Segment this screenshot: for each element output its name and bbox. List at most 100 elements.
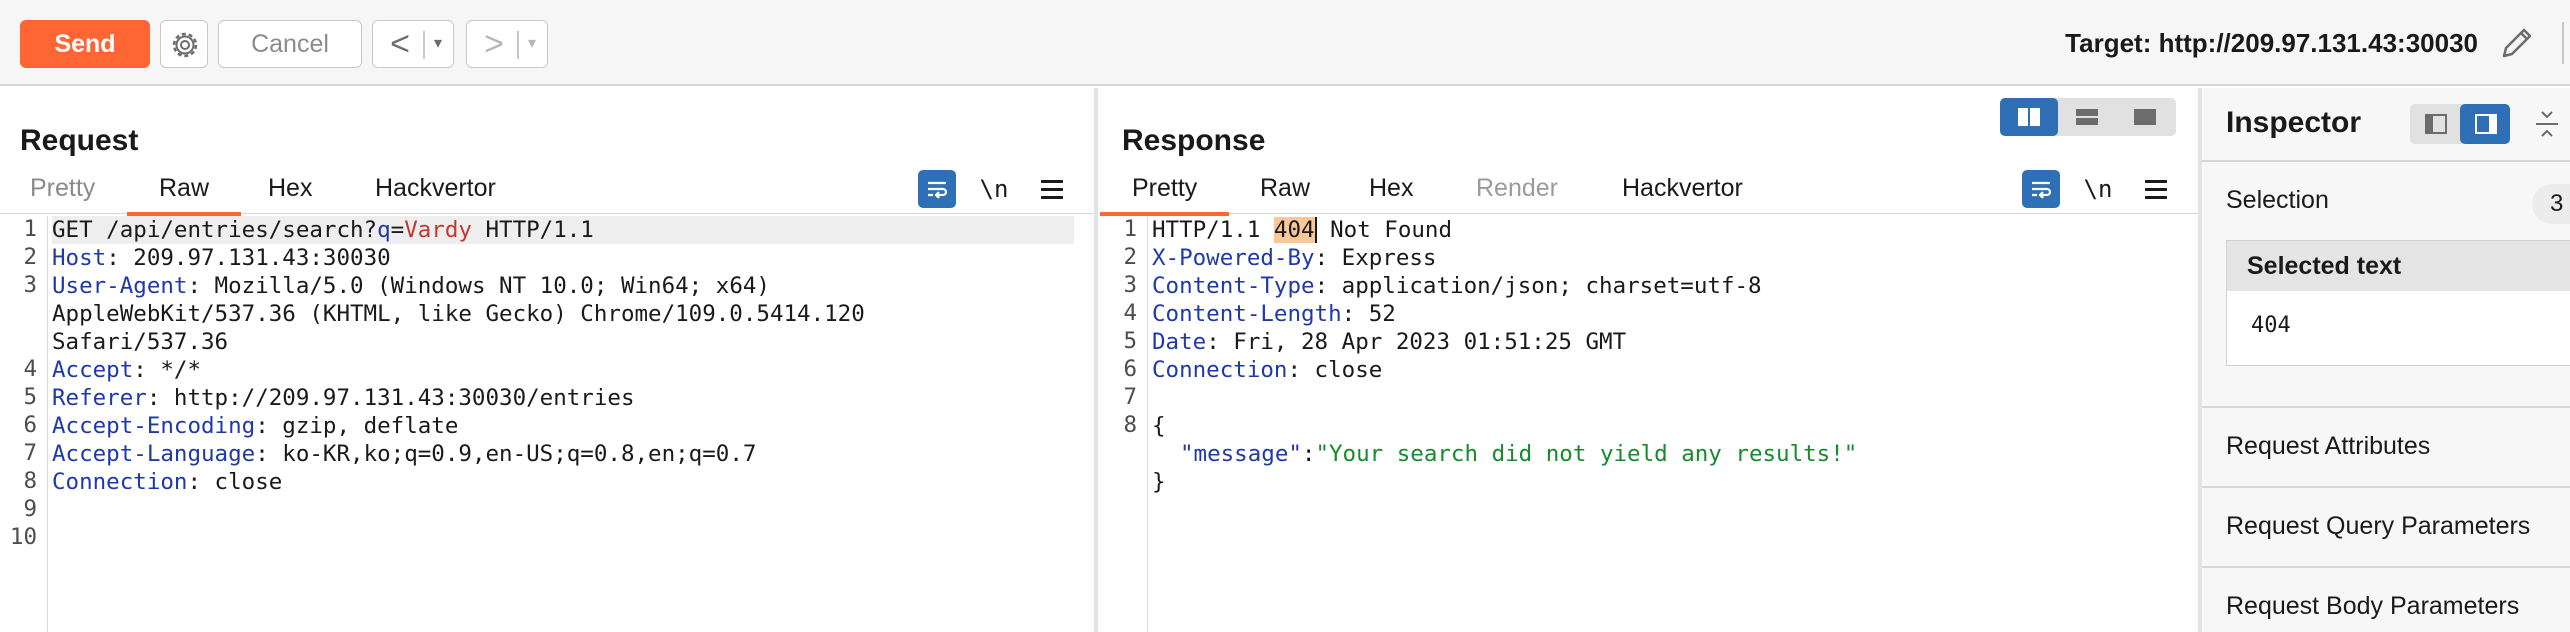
divider xyxy=(2202,406,2570,408)
section-request-attributes[interactable]: Request Attributes xyxy=(2226,432,2430,461)
back-history-dropdown-icon[interactable]: ▾ xyxy=(427,29,449,59)
selection-count-badge: 3 xyxy=(2532,184,2570,224)
panel-splitter[interactable] xyxy=(1094,88,1098,632)
response-menu-icon[interactable] xyxy=(2137,170,2175,208)
forward-arrow-icon[interactable]: > xyxy=(475,27,513,61)
request-tab-raw[interactable]: Raw xyxy=(126,174,242,216)
request-show-newlines-button[interactable]: \n xyxy=(975,170,1013,208)
response-title: Response xyxy=(1122,124,1266,157)
selected-text-value[interactable]: 404 xyxy=(2251,313,2291,338)
layout-toggle xyxy=(2000,98,2176,136)
collapse-all-icon[interactable] xyxy=(2532,106,2562,142)
line-number: 8 xyxy=(23,468,37,494)
header-host: Host: 209.97.131.43:30030 xyxy=(52,245,391,271)
request-tab-hackvertor[interactable]: Hackvertor xyxy=(375,174,496,214)
inspector-layout-toggle xyxy=(2410,104,2510,144)
request-title: Request xyxy=(20,124,139,157)
request-wrap-lines-button[interactable] xyxy=(918,170,956,208)
request-line-gutter: 1 2 3 4 5 6 7 8 9 10 xyxy=(0,216,48,632)
line-number: 4 xyxy=(1123,300,1137,326)
response-tab-hex[interactable]: Hex xyxy=(1369,174,1413,214)
line-number: 2 xyxy=(1123,244,1137,270)
inspector-layout-left-button[interactable] xyxy=(2410,104,2460,144)
json-message-line: "message":"Your search did not yield any… xyxy=(1180,441,1858,467)
line-number: 5 xyxy=(1123,328,1137,354)
line-number: 2 xyxy=(23,244,37,270)
layout-stacked-button[interactable] xyxy=(2058,98,2116,136)
header-accept: Accept: */* xyxy=(52,357,202,383)
back-arrow-icon[interactable]: < xyxy=(381,27,419,61)
selected-status-code[interactable]: 404 xyxy=(1273,217,1315,243)
line-number: 10 xyxy=(9,524,37,550)
divider xyxy=(517,31,519,59)
inspector-title: Inspector xyxy=(2226,106,2362,139)
top-toolbar: Send Cancel < ▾ > ▾ Target: http://209.9… xyxy=(0,0,2570,86)
line-number: 6 xyxy=(1123,356,1137,382)
response-line-gutter: 1 2 3 4 5 6 7 8 xyxy=(1100,216,1148,632)
header-date: Date: Fri, 28 Apr 2023 01:51:25 GMT xyxy=(1152,329,1627,355)
target-label: Target: http://209.97.131.43:30030 xyxy=(2065,28,2478,58)
response-show-newlines-button[interactable]: \n xyxy=(2079,170,2117,208)
line-number: 1 xyxy=(23,216,37,242)
header-accept-encoding: Accept-Encoding: gzip, deflate xyxy=(52,413,459,439)
line-number: 8 xyxy=(1123,412,1137,438)
response-tab-pretty[interactable]: Pretty xyxy=(1099,174,1230,216)
rows-layout-icon xyxy=(2076,109,2098,125)
word-wrap-icon xyxy=(928,181,948,199)
request-line: GET /api/entries/search?q=Vardy HTTP/1.1 xyxy=(52,217,594,243)
section-request-body-parameters[interactable]: Request Body Parameters xyxy=(2226,592,2519,621)
request-menu-icon[interactable] xyxy=(1033,170,1071,208)
response-tab-hackvertor[interactable]: Hackvertor xyxy=(1622,174,1743,214)
section-request-query-parameters[interactable]: Request Query Parameters xyxy=(2226,512,2530,541)
response-wrap-lines-button[interactable] xyxy=(2022,170,2060,208)
forward-history-dropdown-icon[interactable]: ▾ xyxy=(521,29,543,59)
line-number: 1 xyxy=(1123,216,1137,242)
status-line: HTTP/1.1 404 Not Found xyxy=(1152,217,1453,243)
json-close-brace: } xyxy=(1152,469,1166,495)
selected-text-header: Selected text xyxy=(2227,241,2570,291)
line-number: 3 xyxy=(1123,272,1137,298)
header-user-agent-wrap: AppleWebKit/537.36 (KHTML, like Gecko) C… xyxy=(52,301,865,327)
divider xyxy=(2202,486,2570,488)
inspector-panel: Inspector Selection 3 Selected text 404 … xyxy=(2202,88,2570,632)
selection-label[interactable]: Selection xyxy=(2226,186,2329,215)
line-number: 4 xyxy=(23,356,37,382)
forward-navigation[interactable]: > ▾ xyxy=(466,20,548,68)
cancel-button[interactable]: Cancel xyxy=(218,20,362,68)
inspector-layout-right-button[interactable] xyxy=(2460,104,2510,144)
header-referer: Referer: http://209.97.131.43:30030/entr… xyxy=(52,385,635,411)
response-tab-raw[interactable]: Raw xyxy=(1260,174,1310,214)
line-number: 7 xyxy=(1123,384,1137,410)
request-tab-pretty[interactable]: Pretty xyxy=(30,174,95,214)
back-navigation[interactable]: < ▾ xyxy=(372,20,454,68)
line-number: 6 xyxy=(23,412,37,438)
header-user-agent-wrap: Safari/537.36 xyxy=(52,329,229,355)
line-number: 9 xyxy=(23,496,37,522)
header-accept-language: Accept-Language: ko-KR,ko;q=0.9,en-US;q=… xyxy=(52,441,757,467)
divider xyxy=(2202,160,2570,162)
line-number: 7 xyxy=(23,440,37,466)
request-editor[interactable]: 1 2 3 4 5 6 7 8 9 10 GET /api/entries/se… xyxy=(0,216,1094,632)
layout-tabbed-button[interactable] xyxy=(2116,98,2174,136)
divider xyxy=(423,31,425,59)
response-panel: Response Pretty Raw Hex Render Hackverto… xyxy=(1099,88,2198,632)
header-content-length: Content-Length: 52 xyxy=(1152,301,1396,327)
response-editor[interactable]: 1 2 3 4 5 6 7 8 HTTP/1.1 404 Not Found X… xyxy=(1100,216,2198,632)
request-tab-hex[interactable]: Hex xyxy=(268,174,312,214)
word-wrap-icon xyxy=(2032,181,2052,199)
edit-target-pencil-icon[interactable] xyxy=(2496,22,2538,64)
line-number: 3 xyxy=(23,272,37,298)
layout-side-by-side-button[interactable] xyxy=(2000,98,2058,136)
header-connection: Connection: close xyxy=(52,469,283,495)
header-connection: Connection: close xyxy=(1152,357,1383,383)
settings-button[interactable] xyxy=(160,20,208,68)
send-button[interactable]: Send xyxy=(20,20,150,68)
panel-left-icon xyxy=(2425,114,2447,134)
header-user-agent: User-Agent: Mozilla/5.0 (Windows NT 10.0… xyxy=(52,273,770,299)
request-panel: Request Pretty Raw Hex Hackvertor \n 1 2… xyxy=(0,88,1094,632)
response-tab-render[interactable]: Render xyxy=(1476,174,1558,214)
divider xyxy=(2202,566,2570,568)
line-number: 5 xyxy=(23,384,37,410)
gear-icon xyxy=(172,32,198,58)
header-x-powered-by: X-Powered-By: Express xyxy=(1152,245,1437,271)
